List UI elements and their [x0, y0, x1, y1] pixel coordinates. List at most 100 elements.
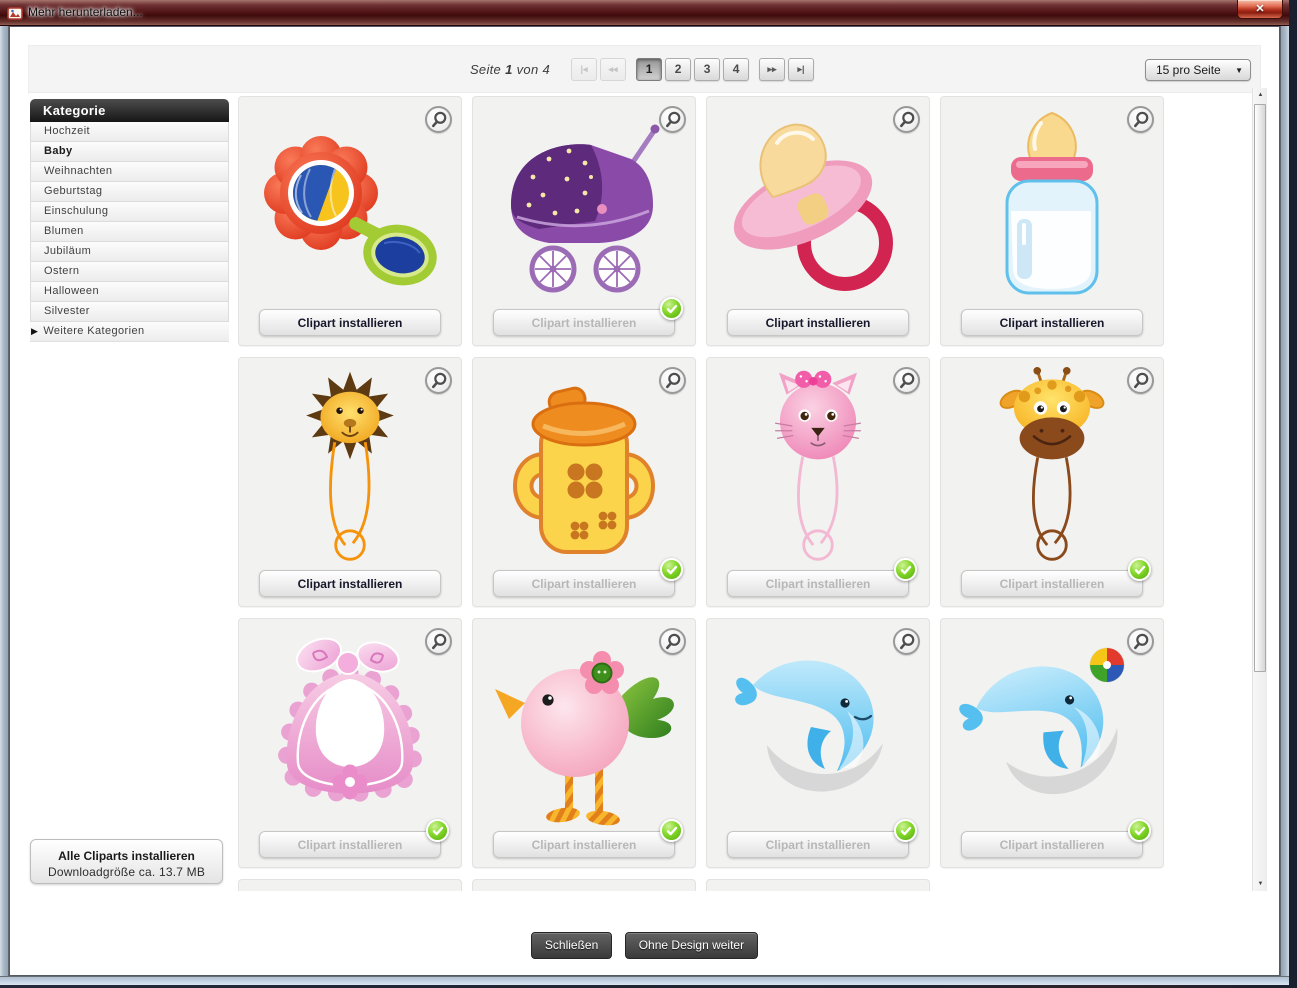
clipart-card-sippy-cup: Clipart installieren: [472, 357, 696, 607]
magnify-button[interactable]: [425, 367, 452, 394]
magnifier-icon: [1130, 370, 1152, 392]
sidebar-item-einschulung[interactable]: Einschulung: [30, 202, 229, 222]
magnifier-icon: [896, 631, 918, 653]
magnifier-icon: [896, 109, 918, 131]
install-all-download-size: Downloadgröße ca. 13.7 MB: [37, 865, 216, 879]
page-info: Seite1von4: [470, 62, 550, 77]
scroll-down-button[interactable]: ▼: [1253, 877, 1268, 891]
page-2-button[interactable]: 2: [665, 58, 691, 81]
sidebar-item-ostern[interactable]: Ostern: [30, 262, 229, 282]
install-clipart-button[interactable]: Clipart installieren: [259, 309, 441, 336]
items-per-page-select[interactable]: 15 pro Seite ▼: [1145, 59, 1251, 81]
magnify-button[interactable]: [659, 367, 686, 394]
magnifier-icon: [1130, 109, 1152, 131]
cat-safety-pin-image: [715, 366, 921, 566]
dolphin-with-ball-image: [949, 627, 1155, 827]
close-dialog-button[interactable]: Schließen: [531, 932, 612, 959]
installed-check-icon: [1128, 558, 1151, 581]
titlebar[interactable]: Mehr herunterladen... ✕: [0, 0, 1289, 26]
clipart-card-partial: [238, 879, 462, 891]
magnifier-icon: [428, 631, 450, 653]
baby-bib-image: [247, 627, 453, 827]
magnify-button[interactable]: [893, 106, 920, 133]
magnify-button[interactable]: [425, 106, 452, 133]
install-clipart-button[interactable]: Clipart installieren: [727, 570, 909, 597]
sidebar-item-weihnachten[interactable]: Weihnachten: [30, 162, 229, 182]
sidebar-item-silvester[interactable]: Silvester: [30, 302, 229, 322]
sidebar-item-jubilaeum[interactable]: Jubiläum: [30, 242, 229, 262]
install-clipart-button[interactable]: Clipart installieren: [259, 831, 441, 858]
magnify-button[interactable]: [1127, 628, 1154, 655]
first-page-button[interactable]: |◂: [571, 58, 597, 81]
baby-pram-image: [481, 105, 687, 305]
sidebar-header: Kategorie: [30, 99, 229, 122]
last-page-button[interactable]: ▸|: [788, 58, 814, 81]
sidebar-more-categories[interactable]: ▶ Weitere Kategorien: [30, 322, 229, 342]
grid-scrollbar[interactable]: ▲ ▼: [1252, 88, 1267, 891]
install-clipart-button[interactable]: Clipart installieren: [961, 309, 1143, 336]
clipart-card-pink-bird: Clipart installieren: [472, 618, 696, 868]
magnify-button[interactable]: [1127, 367, 1154, 394]
sidebar-item-baby[interactable]: Baby: [30, 142, 229, 162]
install-all-title: Alle Cliparts installieren: [37, 849, 216, 863]
magnifier-icon: [662, 370, 684, 392]
chevron-down-icon: ▼: [1235, 60, 1243, 81]
magnifier-icon: [662, 631, 684, 653]
of-word: von: [517, 62, 539, 77]
dolphin-image: [715, 627, 921, 827]
total-pages: 4: [543, 62, 551, 77]
magnify-button[interactable]: [425, 628, 452, 655]
clipart-grid: Clipart installieren: [238, 96, 1178, 891]
magnify-button[interactable]: [893, 628, 920, 655]
install-clipart-button[interactable]: Clipart installieren: [493, 570, 675, 597]
install-clipart-button[interactable]: Clipart installieren: [727, 309, 909, 336]
sidebar-item-halloween[interactable]: Halloween: [30, 282, 229, 302]
page-4-button[interactable]: 4: [723, 58, 749, 81]
sippy-cup-image: [481, 366, 687, 566]
scrollbar-thumb[interactable]: [1254, 104, 1266, 672]
magnifier-icon: [662, 109, 684, 131]
baby-rattle-image: [247, 105, 453, 305]
install-clipart-button[interactable]: Clipart installieren: [727, 831, 909, 858]
dialog-footer: Schließen Ohne Design weiter: [10, 932, 1279, 959]
continue-without-design-button[interactable]: Ohne Design weiter: [625, 932, 758, 959]
close-window-button[interactable]: ✕: [1237, 0, 1283, 19]
install-clipart-button[interactable]: Clipart installieren: [961, 831, 1143, 858]
magnify-button[interactable]: [659, 106, 686, 133]
sidebar-item-blumen[interactable]: Blumen: [30, 222, 229, 242]
previous-page-button[interactable]: ◂◂: [600, 58, 626, 81]
install-clipart-button[interactable]: Clipart installieren: [493, 309, 675, 336]
pacifier-image: [715, 105, 921, 305]
baby-bottle-image: [949, 105, 1155, 305]
installed-check-icon: [894, 819, 917, 842]
page-1-button[interactable]: 1: [636, 58, 662, 81]
sidebar-item-hochzeit[interactable]: Hochzeit: [30, 122, 229, 142]
magnify-button[interactable]: [893, 367, 920, 394]
triangle-right-icon: ▶: [31, 322, 38, 341]
pink-bird-image: [481, 627, 687, 827]
clipart-card-giraffe-safety-pin: Clipart installieren: [940, 357, 1164, 607]
window-frame-right: [1280, 26, 1289, 985]
page-3-button[interactable]: 3: [694, 58, 720, 81]
install-all-cliparts-button[interactable]: Alle Cliparts installieren Downloadgröße…: [30, 839, 223, 884]
scroll-up-button[interactable]: ▲: [1253, 88, 1268, 102]
window-frame-bottom: [0, 976, 1289, 985]
installed-check-icon: [894, 558, 917, 581]
magnify-button[interactable]: [659, 628, 686, 655]
clipart-card-dolphin: Clipart installieren: [706, 618, 930, 868]
dialog-body: Seite1von4 |◂ ◂◂ 1 2 3 4 ▸▸ ▸| 15 pro Se…: [9, 26, 1280, 976]
app-icon: [7, 5, 23, 21]
installed-check-icon: [426, 819, 449, 842]
sidebar-item-geburtstag[interactable]: Geburtstag: [30, 182, 229, 202]
installed-check-icon: [1128, 819, 1151, 842]
next-page-button[interactable]: ▸▸: [759, 58, 785, 81]
install-clipart-button[interactable]: Clipart installieren: [493, 831, 675, 858]
magnifier-icon: [896, 370, 918, 392]
magnify-button[interactable]: [1127, 106, 1154, 133]
installed-check-icon: [660, 819, 683, 842]
clipart-card-lion-safety-pin: Clipart installieren: [238, 357, 462, 607]
more-categories-label: Weitere Kategorien: [43, 322, 144, 341]
install-clipart-button[interactable]: Clipart installieren: [259, 570, 441, 597]
install-clipart-button[interactable]: Clipart installieren: [961, 570, 1143, 597]
current-page-number: 1: [505, 62, 513, 77]
